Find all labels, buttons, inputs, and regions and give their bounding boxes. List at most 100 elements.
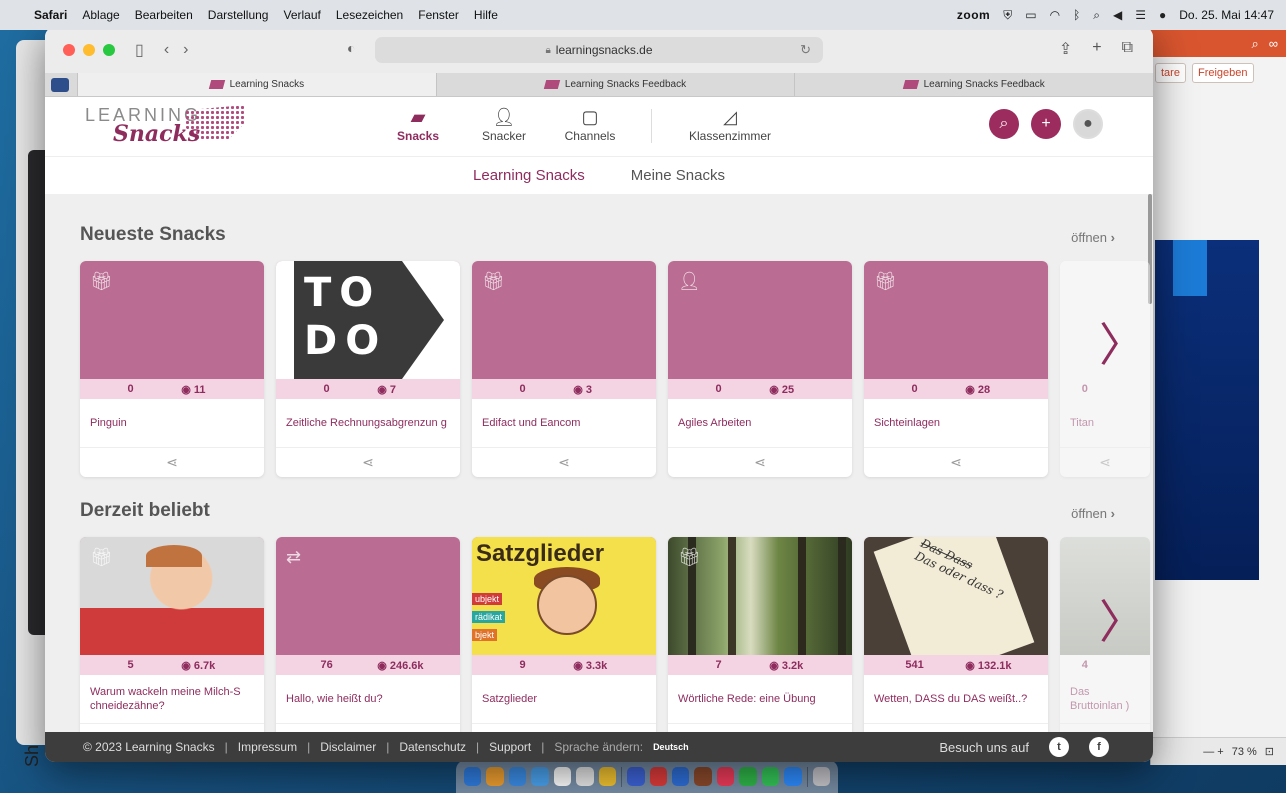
tab-overview-icon[interactable]: ⧉ (1122, 39, 1133, 59)
share-icon[interactable]: ⋖ (864, 723, 1048, 732)
address-bar[interactable]: 🔒︎ learningsnacks.de ↻ (375, 37, 823, 63)
calendar-icon[interactable] (553, 767, 572, 786)
close-window-button[interactable] (63, 44, 75, 56)
bluetooth-icon[interactable]: ᛒ (1073, 8, 1080, 22)
menubar-clock[interactable]: Do. 25. Mai 14:47 (1179, 8, 1274, 22)
snack-card[interactable]: 👤︎ 0 ◉ 25 Agiles Arbeiten ⋖ (668, 261, 852, 477)
search-icon[interactable]: ⌕ (1251, 36, 1258, 52)
snack-title[interactable]: Wörtliche Rede: eine Übung (668, 675, 852, 723)
snack-card[interactable]: TO DO 0 ◉ 7 Zeitliche Rechnungsabgrenzun g… (276, 261, 460, 477)
share-icon[interactable]: ⋖ (80, 447, 264, 477)
share-icon[interactable]: ⋖ (668, 723, 852, 732)
snack-title[interactable]: Pinguin (80, 399, 264, 447)
tab-feedback-2[interactable]: Learning Snacks Feedback (794, 73, 1153, 96)
finder-icon[interactable] (464, 767, 482, 786)
notes-icon[interactable] (576, 767, 594, 786)
share-link-icon[interactable]: ∞ (1269, 36, 1278, 51)
spotlight-search-icon[interactable]: ⌕ (1093, 8, 1100, 23)
new-tab-icon[interactable]: + (1092, 39, 1101, 59)
snack-title[interactable]: Wetten, DASS du DAS weißt..? (864, 675, 1048, 723)
menu-hilfe[interactable]: Hilfe (474, 8, 498, 22)
footer-disclaimer[interactable]: Disclaimer (320, 740, 376, 754)
share-icon[interactable]: ⋖ (1060, 447, 1150, 477)
menu-verlauf[interactable]: Verlauf (283, 8, 320, 22)
word-icon[interactable] (672, 767, 690, 786)
nav-channels[interactable]: ▢ Channels (547, 107, 633, 143)
snack-title[interactable]: Titan (1060, 399, 1150, 447)
menu-darstellung[interactable]: Darstellung (208, 8, 269, 22)
facebook-icon[interactable]: f (1089, 737, 1109, 757)
footer-support[interactable]: Support (489, 740, 531, 754)
app-store-icon[interactable] (627, 767, 645, 786)
trash-icon[interactable] (812, 767, 831, 786)
share-icon[interactable]: ⋖ (472, 723, 656, 732)
tab-learning-snacks[interactable]: Learning Snacks (77, 73, 436, 96)
messages-icon[interactable] (761, 767, 780, 786)
whatsapp-icon[interactable] (739, 767, 757, 786)
snack-card[interactable]: Das Dass Das oder dass ? 541 ◉ 132.1k Wett… (864, 537, 1048, 732)
minimize-window-button[interactable] (83, 44, 95, 56)
carousel-next-arrow[interactable]: 〉 (1099, 309, 1145, 375)
section-open-link[interactable]: öffnen › (1071, 230, 1115, 245)
privacy-shield-icon[interactable]: ◐ (347, 40, 355, 56)
snack-card[interactable]: 🎁︎ 0 ◉ 28 Sichteinlagen ⋖ (864, 261, 1048, 477)
snack-title[interactable]: Agiles Arbeiten (668, 399, 852, 447)
siri-icon[interactable]: ● (1159, 8, 1166, 22)
search-button[interactable]: ⌕ (989, 109, 1019, 139)
nav-klassenzimmer[interactable]: ◿ Klassenzimmer (670, 107, 790, 143)
menu-app-name[interactable]: Safari (34, 8, 67, 22)
music-icon[interactable] (716, 767, 735, 786)
snack-card[interactable]: 🎁︎ 0 ◉ 3 Edifact und Eancom ⋖ (472, 261, 656, 477)
volume-icon[interactable]: ◀ (1113, 8, 1122, 22)
snack-title[interactable]: Sichteinlagen (864, 399, 1048, 447)
comments-button[interactable]: tare (1155, 63, 1186, 83)
slide-preview[interactable] (1155, 240, 1259, 580)
subnav-meine-snacks[interactable]: Meine Snacks (631, 167, 725, 184)
battery-icon[interactable]: ▭ (1025, 8, 1036, 22)
nav-snacker[interactable]: 👤︎ Snacker (461, 107, 547, 143)
zoom-app-icon[interactable] (784, 767, 802, 786)
menu-bearbeiten[interactable]: Bearbeiten (135, 8, 193, 22)
chrome-icon[interactable] (486, 767, 504, 786)
mail-icon[interactable] (508, 767, 527, 786)
language-selector[interactable]: Deutsch (653, 742, 689, 752)
forward-icon[interactable]: › (183, 41, 188, 59)
snack-title[interactable]: Warum wackeln meine Milch-S chneidezähne… (80, 675, 264, 723)
menu-lesezeichen[interactable]: Lesezeichen (336, 8, 403, 22)
menu-ablage[interactable]: Ablage (82, 8, 119, 22)
fit-icon[interactable]: ⊡ (1265, 745, 1274, 758)
back-icon[interactable]: ‹ (164, 41, 169, 59)
sidebar-toggle-icon[interactable]: ▯ (135, 40, 144, 60)
share-icon[interactable]: ⋖ (276, 447, 460, 477)
footer-datenschutz[interactable]: Datenschutz (399, 740, 466, 754)
carousel-next-arrow[interactable]: 〉 (1099, 586, 1145, 652)
pinned-tab[interactable] (51, 78, 69, 92)
app-icon-brown[interactable] (694, 767, 712, 786)
share-icon[interactable]: ⋖ (276, 723, 460, 732)
snack-card[interactable]: 🎁︎ 0 ◉ 11 Pinguin ⋖ (80, 261, 264, 477)
subnav-learning-snacks[interactable]: Learning Snacks (473, 167, 585, 184)
menu-fenster[interactable]: Fenster (418, 8, 459, 22)
reload-icon[interactable]: ↻ (800, 42, 811, 58)
nav-snacks[interactable]: ▰ Snacks (375, 107, 461, 143)
user-avatar[interactable]: ● (1073, 109, 1103, 139)
snack-card[interactable]: ⇄ 76 ◉ 246.6k Hallo, wie heißt du? ⋖ (276, 537, 460, 732)
snack-card[interactable]: Satzglieder ubjekt rädikat bjekt 9 ◉ 3.3k… (472, 537, 656, 732)
tab-feedback-1[interactable]: Learning Snacks Feedback (435, 73, 795, 96)
share-button[interactable]: Freigeben (1191, 63, 1254, 83)
snack-title[interactable]: Hallo, wie heißt du? (276, 675, 460, 723)
zoom-status[interactable]: zoom (957, 8, 990, 22)
control-center-icon[interactable]: ☰ (1135, 8, 1146, 22)
twitter-icon[interactable]: t (1049, 737, 1069, 757)
share-icon[interactable]: ⋖ (1060, 723, 1150, 732)
zoom-window-button[interactable] (103, 44, 115, 56)
zoom-level[interactable]: 73 % (1232, 746, 1257, 758)
snack-title[interactable]: Zeitliche Rechnungsabgrenzun g (276, 399, 460, 447)
share-icon[interactable]: ⋖ (668, 447, 852, 477)
snack-card[interactable]: 🎁︎ 7 ◉ 3.2k Wörtliche Rede: eine Übung ⋖ (668, 537, 852, 732)
shield-status-icon[interactable]: ⛨ (1003, 8, 1012, 23)
safari-icon[interactable] (531, 767, 549, 786)
share-icon[interactable]: ⋖ (80, 723, 264, 732)
pages-icon[interactable] (598, 767, 617, 786)
create-snack-button[interactable]: + (1031, 109, 1061, 139)
